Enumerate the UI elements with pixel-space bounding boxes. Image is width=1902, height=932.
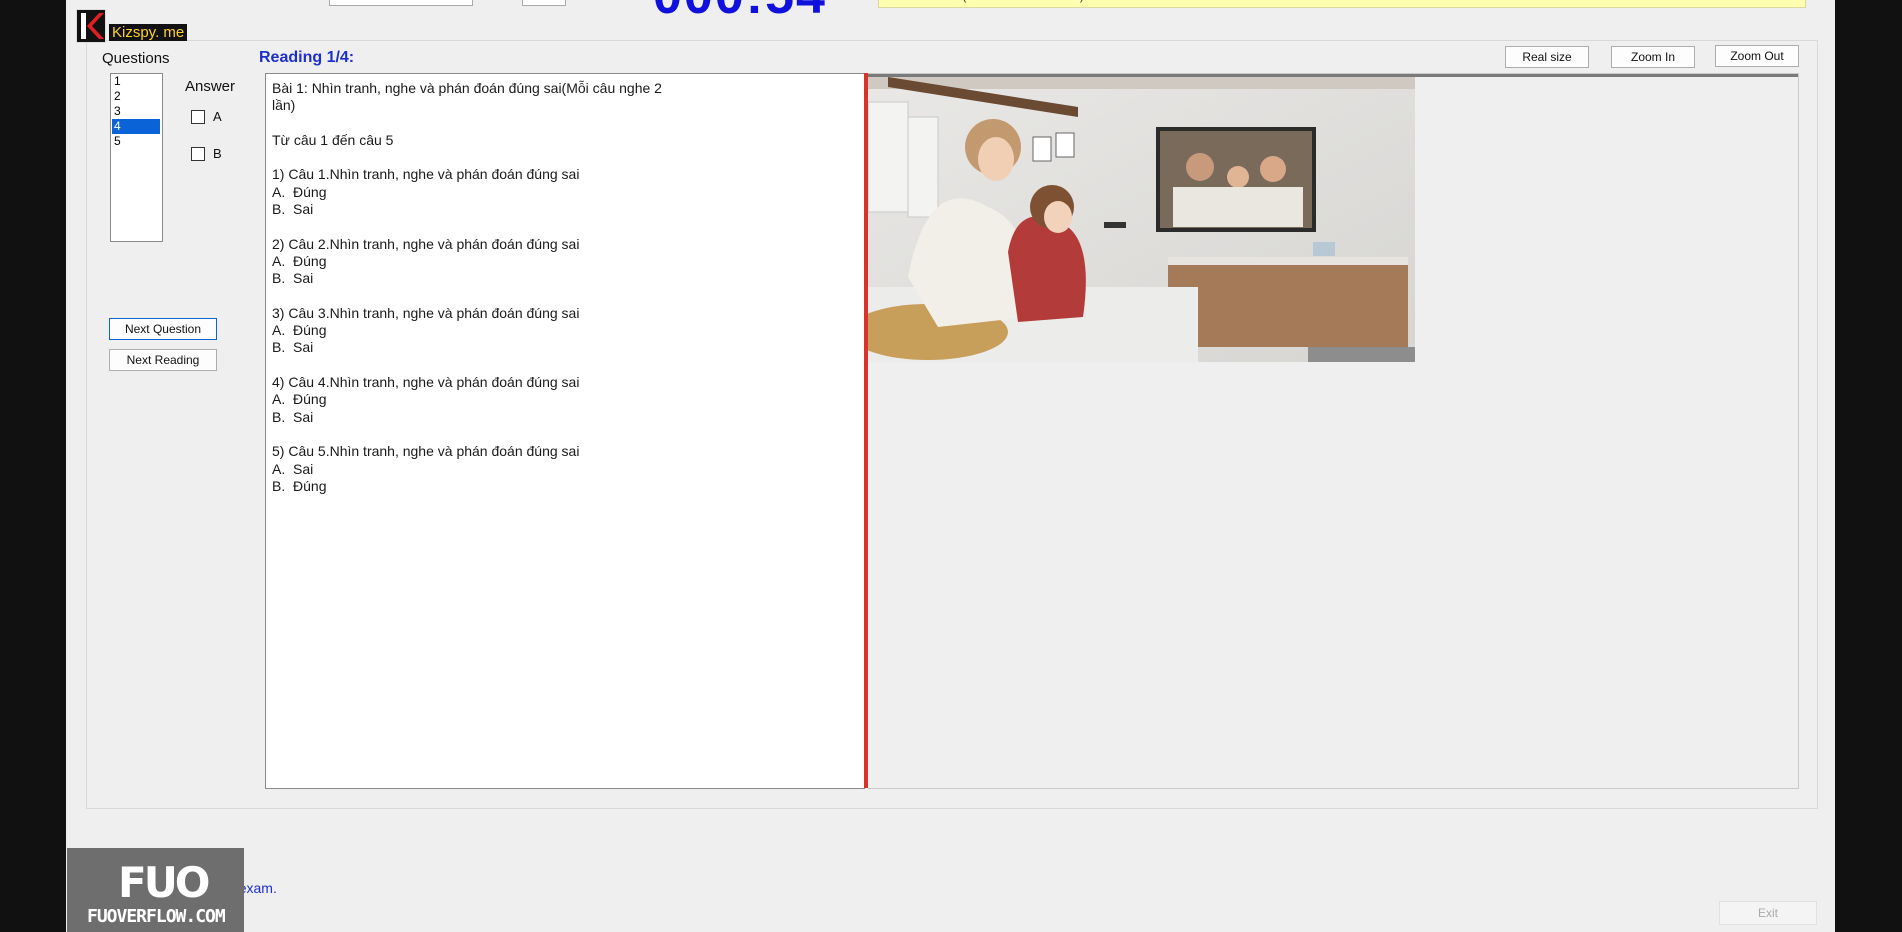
section-banner: Phần 4: 5 câu (từ câu 16 đến câu 20) [878,0,1806,8]
answer-option-a[interactable]: A [191,109,222,124]
question-list-item[interactable]: 3 [111,104,162,119]
question-list-item-selected[interactable]: 4 [112,119,160,134]
real-size-button[interactable]: Real size [1505,46,1589,68]
answer-b-checkbox[interactable] [191,146,205,161]
fuo-site: FUOVERFLOW.COM [87,906,226,927]
fuoverflow-watermark: FUO FUOVERFLOW.COM [67,848,244,932]
question-list[interactable]: 1 2 3 4 5 [110,73,163,242]
answer-option-b[interactable]: B [191,146,222,161]
answer-b-label: B [213,146,222,161]
image-pane[interactable] [868,73,1799,789]
reading-title: Reading 1/4: [259,49,355,66]
question-list-item[interactable]: 1 [111,74,162,89]
reading-photo [868,77,1415,362]
next-reading-button[interactable]: Next Reading [109,349,217,371]
reading-text-pane[interactable]: Bài 1: Nhìn tranh, nghe và phán đoán đún… [265,73,865,789]
question-list-item[interactable]: 2 [111,89,162,104]
top-field-2[interactable] [522,0,566,6]
fuo-logo: FUO [118,858,210,907]
answer-a-label: A [213,109,222,124]
timer-display: 000:54 [653,0,827,26]
exam-window: 000:54 Phần 4: 5 câu (từ câu 16 đến câu … [66,0,1835,932]
kizspy-logo [76,9,106,43]
reading-text: Bài 1: Nhìn tranh, nghe và phán đoán đún… [272,80,662,494]
zoom-in-button[interactable]: Zoom In [1611,46,1695,68]
questions-label: Questions [102,50,170,67]
zoom-out-button[interactable]: Zoom Out [1715,45,1799,67]
next-question-button[interactable]: Next Question [109,318,217,340]
answer-a-checkbox[interactable] [191,109,205,124]
kizspy-watermark: Kizspy. me [109,24,188,41]
top-field-1[interactable] [329,0,473,6]
exit-button[interactable]: Exit [1719,901,1817,925]
answer-label: Answer [185,78,236,95]
question-list-item[interactable]: 5 [111,134,162,149]
